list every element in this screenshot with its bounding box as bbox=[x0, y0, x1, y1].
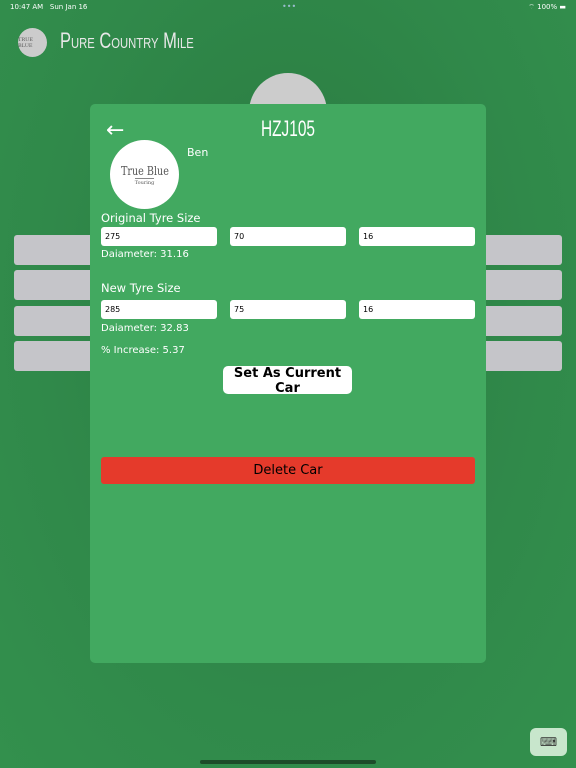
new-tyre-label: New Tyre Size bbox=[101, 281, 181, 295]
new-diameter: Daiameter: 32.83 bbox=[101, 323, 189, 334]
avatar-logo-sub: Touring bbox=[134, 177, 155, 186]
battery-level: 100% bbox=[537, 3, 558, 11]
new-profile-input[interactable] bbox=[230, 300, 346, 319]
battery-icon: ▬ bbox=[559, 3, 566, 11]
original-width-input[interactable] bbox=[101, 227, 217, 246]
back-arrow-icon[interactable]: ← bbox=[106, 118, 124, 143]
new-width-input[interactable] bbox=[101, 300, 217, 319]
new-rim-input[interactable] bbox=[359, 300, 475, 319]
status-time: 10:47 AM bbox=[10, 3, 44, 11]
percent-increase: % Increase: 5.37 bbox=[101, 345, 185, 356]
car-title: HZJ105 bbox=[261, 116, 315, 141]
multitask-dots-icon[interactable]: ••• bbox=[282, 2, 296, 11]
original-tyre-label: Original Tyre Size bbox=[101, 211, 201, 225]
keyboard-icon[interactable]: ⌨ bbox=[530, 728, 567, 756]
car-detail-modal: ← HZJ105 True Blue Touring Ben Original … bbox=[90, 104, 486, 663]
wifi-icon: ⌔ bbox=[528, 3, 535, 11]
status-date: Sun Jan 16 bbox=[49, 3, 88, 11]
app-title: Pure Country Mile bbox=[60, 28, 194, 53]
set-current-car-button[interactable]: Set As Current Car bbox=[223, 366, 352, 396]
app-logo: TRUE BLUE bbox=[18, 28, 47, 57]
home-indicator[interactable] bbox=[200, 760, 376, 764]
original-diameter: Daiameter: 31.16 bbox=[101, 249, 189, 260]
original-rim-input[interactable] bbox=[359, 227, 475, 246]
avatar-logo-text: True Blue bbox=[120, 163, 169, 178]
car-avatar[interactable]: True Blue Touring bbox=[110, 140, 179, 209]
original-profile-input[interactable] bbox=[230, 227, 346, 246]
owner-name: Ben bbox=[187, 146, 209, 159]
delete-car-button[interactable]: Delete Car bbox=[101, 457, 475, 484]
